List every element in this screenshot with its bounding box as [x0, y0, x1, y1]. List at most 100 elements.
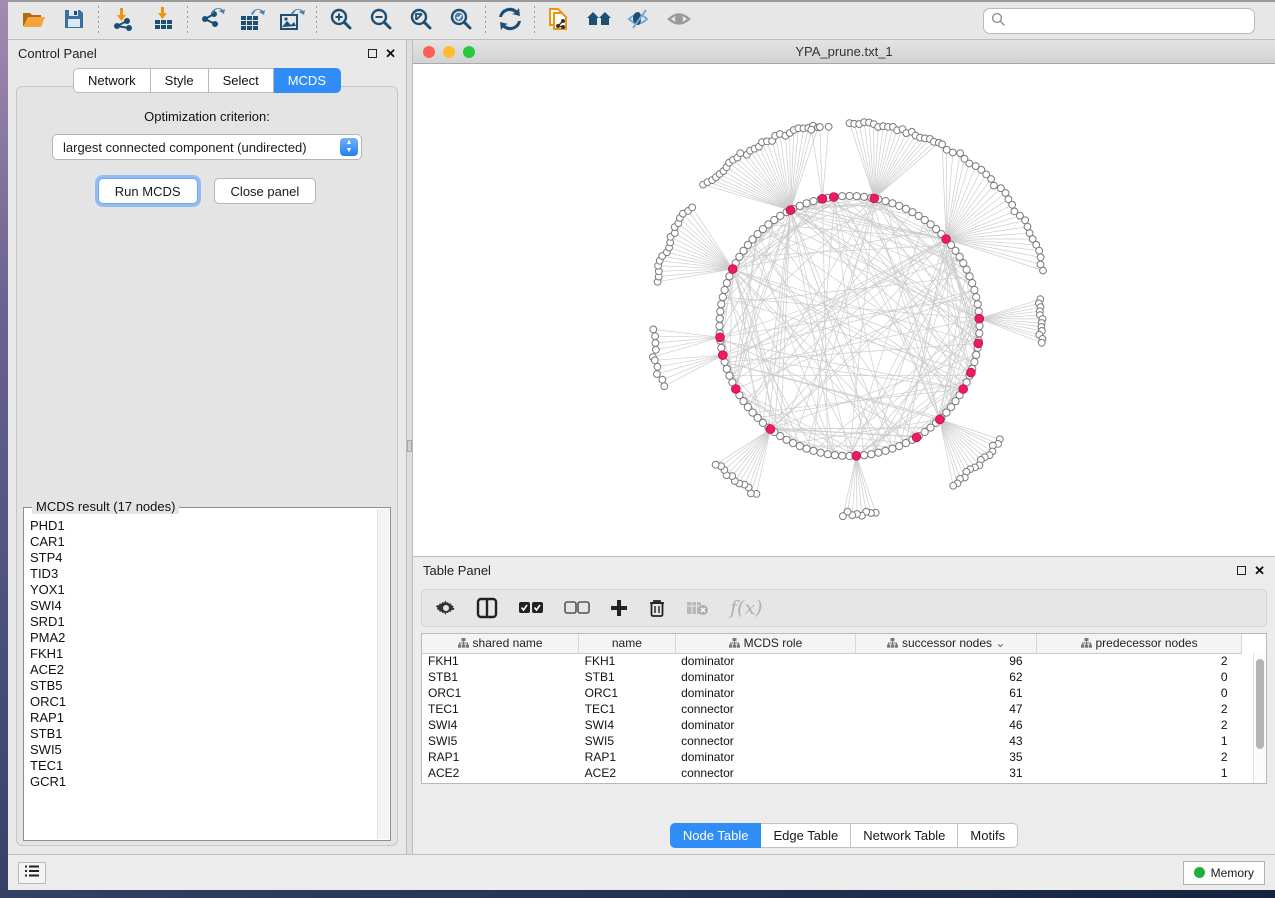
deselect-all-rows-icon[interactable]	[564, 601, 590, 615]
cell: 35	[856, 749, 1037, 765]
tab-edge-table[interactable]: Edge Table	[761, 823, 851, 848]
network-overview-button[interactable]	[579, 4, 619, 38]
mcds-result-item[interactable]: PHD1	[30, 518, 376, 534]
table-scrollbar-thumb[interactable]	[1256, 659, 1264, 749]
open-file-button[interactable]	[14, 4, 54, 38]
search-input[interactable]	[1006, 13, 1247, 28]
mcds-result-item[interactable]: STB1	[30, 726, 376, 742]
float-panel-icon[interactable]	[1237, 566, 1246, 575]
cell: 2	[1037, 701, 1242, 717]
import-table-button[interactable]	[143, 4, 183, 38]
cell: 31	[856, 765, 1037, 781]
mcds-result-item[interactable]: STP4	[30, 550, 376, 566]
optimization-criterion-select[interactable]: largest connected component (undirected)…	[52, 134, 362, 160]
table-row[interactable]: ACE2ACE2connector311	[422, 765, 1242, 781]
cell: 2	[1037, 653, 1242, 669]
mcds-result-item[interactable]: PMA2	[30, 630, 376, 646]
mcds-result-item[interactable]: GCR1	[30, 774, 376, 790]
export-table-button[interactable]	[232, 4, 272, 38]
cell: 47	[856, 701, 1037, 717]
mcds-result-item[interactable]: CAR1	[30, 534, 376, 550]
mcds-result-item[interactable]: ORC1	[30, 694, 376, 710]
result-list-scrollbar[interactable]	[377, 509, 389, 839]
close-panel-icon[interactable]: ✕	[1254, 564, 1265, 577]
mcds-result-list[interactable]: PHD1CAR1STP4TID3YOX1SWI4SRD1PMA2FKH1ACE2…	[30, 518, 376, 838]
mcds-result-item[interactable]: ACE2	[30, 662, 376, 678]
mcds-result-item[interactable]: SWI5	[30, 742, 376, 758]
mcds-result-item[interactable]: SRD1	[30, 614, 376, 630]
cell: STB1	[579, 669, 675, 685]
tab-network-table[interactable]: Network Table	[851, 823, 958, 848]
select-all-rows-icon[interactable]	[518, 601, 544, 615]
mcds-result-item[interactable]: STB5	[30, 678, 376, 694]
network-graph[interactable]	[413, 64, 1275, 556]
splitter-handle[interactable]	[407, 440, 412, 452]
close-panel-button[interactable]: Close panel	[214, 178, 317, 204]
table-panel: Table Panel ✕	[413, 556, 1275, 854]
vertical-splitter[interactable]	[406, 40, 413, 854]
import-network-button[interactable]	[103, 4, 143, 38]
float-panel-icon[interactable]	[368, 49, 377, 58]
table-row[interactable]: TEC1TEC1connector472	[422, 701, 1242, 717]
cell: 96	[856, 653, 1037, 669]
close-panel-icon[interactable]: ✕	[385, 47, 396, 60]
table-row[interactable]: YOX1YOX1connector291	[422, 781, 1242, 784]
column-selector-icon[interactable]	[476, 597, 498, 619]
table-settings-gear-icon[interactable]	[436, 598, 456, 618]
node-table: shared namenameMCDS rolesuccessor nodes …	[421, 633, 1267, 784]
tab-select[interactable]: Select	[209, 68, 274, 93]
tab-network[interactable]: Network	[73, 68, 151, 93]
tab-node-table[interactable]: Node Table	[670, 823, 762, 848]
zoom-selected-button[interactable]	[441, 4, 481, 38]
mcds-result-item[interactable]: YOX1	[30, 582, 376, 598]
table-scrollbar[interactable]	[1253, 653, 1266, 783]
tab-motifs[interactable]: Motifs	[958, 823, 1018, 848]
mcds-result-item[interactable]: FKH1	[30, 646, 376, 662]
table-row[interactable]: SWI5SWI5connector431	[422, 733, 1242, 749]
table-row[interactable]: STB1STB1dominator620	[422, 669, 1242, 685]
table-row[interactable]: RAP1RAP1dominator352	[422, 749, 1242, 765]
column-header-MCDS-role[interactable]: MCDS role	[675, 634, 856, 653]
zoom-out-button[interactable]	[361, 4, 401, 38]
tab-style[interactable]: Style	[151, 68, 209, 93]
delete-column-icon[interactable]	[648, 598, 666, 618]
tab-mcds[interactable]: MCDS	[274, 68, 341, 93]
export-network-button[interactable]	[192, 4, 232, 38]
search-field[interactable]	[983, 8, 1255, 34]
table-row[interactable]: ORC1ORC1dominator610	[422, 685, 1242, 701]
show-all-button[interactable]	[659, 4, 699, 38]
cell: ACE2	[579, 765, 675, 781]
refresh-icon	[498, 7, 522, 34]
table-row[interactable]: FKH1FKH1dominator962	[422, 653, 1242, 669]
network-view[interactable]	[413, 64, 1275, 556]
houses-icon	[585, 8, 613, 33]
run-mcds-button[interactable]: Run MCDS	[98, 178, 198, 204]
mcds-result-item[interactable]: SWI4	[30, 598, 376, 614]
table-row[interactable]: SWI4SWI4dominator462	[422, 717, 1242, 733]
mcds-result-item[interactable]: TEC1	[30, 758, 376, 774]
add-column-icon[interactable]	[610, 599, 628, 617]
task-history-button[interactable]	[18, 862, 46, 884]
cell: 2	[1037, 717, 1242, 733]
column-header-successor-nodes[interactable]: successor nodes ⌄	[856, 634, 1037, 653]
mcds-tab-content: Optimization criterion: largest connecte…	[16, 86, 398, 846]
refresh-button[interactable]	[490, 4, 530, 38]
clone-network-button[interactable]	[539, 4, 579, 38]
mcds-result-item[interactable]: RAP1	[30, 710, 376, 726]
memory-button[interactable]: Memory	[1183, 861, 1265, 885]
toolbar-separator	[187, 6, 188, 36]
eye-icon	[666, 8, 692, 33]
column-header-predecessor-nodes[interactable]: predecessor nodes	[1037, 634, 1242, 653]
column-header-shared-name[interactable]: shared name	[422, 634, 579, 653]
zoom-in-button[interactable]	[321, 4, 361, 38]
export-image-button[interactable]	[272, 4, 312, 38]
zoom-fit-button[interactable]	[401, 4, 441, 38]
mcds-result-item[interactable]: TID3	[30, 566, 376, 582]
network-window-titlebar[interactable]: YPA_prune.txt_1	[413, 40, 1275, 64]
save-session-button[interactable]	[54, 4, 94, 38]
cell: 1	[1037, 765, 1242, 781]
column-header-name[interactable]: name	[579, 634, 675, 653]
hide-selected-button[interactable]	[619, 4, 659, 38]
cell: 0	[1037, 669, 1242, 685]
cell: SWI5	[422, 733, 579, 749]
